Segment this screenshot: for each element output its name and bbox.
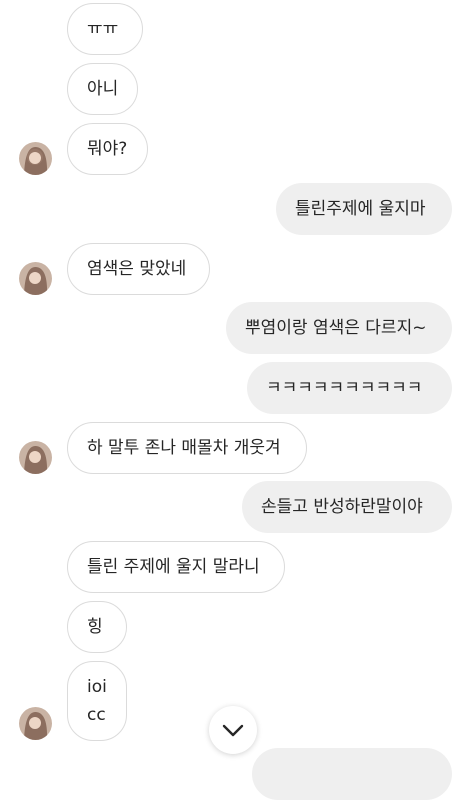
scroll-to-bottom-button[interactable]: [209, 706, 257, 754]
message-sent-partial[interactable]: [252, 748, 452, 800]
avatar-image: [19, 707, 52, 740]
message-text: 틀린주제에 울지마: [295, 199, 426, 219]
message-received[interactable]: ㅠㅠ: [67, 3, 143, 55]
message-text: 아니: [87, 79, 119, 99]
message-received[interactable]: ioi cc: [67, 661, 127, 741]
avatar-image: [19, 441, 52, 474]
avatar-image: [19, 262, 52, 295]
message-sent[interactable]: 틀린주제에 울지마: [276, 183, 452, 235]
message-line: cc: [87, 705, 106, 725]
message-text: 염색은 맞았네: [87, 259, 187, 279]
message-text: ㅠㅠ: [87, 19, 119, 39]
message-received[interactable]: 틀린 주제에 울지 말라니: [67, 541, 285, 593]
message-text: 뿌염이랑 염색은 다르지~: [245, 318, 427, 338]
message-text: 뭐야?: [87, 139, 128, 159]
message-text: 힝: [87, 617, 103, 637]
message-line: ioi: [87, 677, 107, 697]
message-text: ㅋㅋㅋㅋㅋㅋㅋㅋㅋㅋ: [266, 378, 423, 398]
sender-avatar[interactable]: [19, 262, 52, 295]
message-text: 틀린 주제에 울지 말라니: [87, 557, 260, 577]
message-received[interactable]: 힝: [67, 601, 127, 653]
message-sent[interactable]: ㅋㅋㅋㅋㅋㅋㅋㅋㅋㅋ: [247, 362, 452, 414]
sender-avatar[interactable]: [19, 707, 52, 740]
message-received[interactable]: 뭐야?: [67, 123, 148, 175]
message-text: 하 말투 존나 매몰차 개웃겨: [87, 438, 281, 458]
message-text: 손들고 반성하란말이야: [261, 497, 423, 517]
sender-avatar[interactable]: [19, 441, 52, 474]
message-received[interactable]: 하 말투 존나 매몰차 개웃겨: [67, 422, 307, 474]
chat-thread: ㅠㅠ 아니 뭐야? 틀린주제에 울지마 염색은 맞았네 뿌염이랑 염색은 다르지…: [0, 0, 466, 800]
chevron-down-icon: [222, 724, 244, 737]
sender-avatar[interactable]: [19, 142, 52, 175]
message-received[interactable]: 아니: [67, 63, 138, 115]
message-sent[interactable]: 뿌염이랑 염색은 다르지~: [226, 302, 452, 354]
avatar-image: [19, 142, 52, 175]
message-sent[interactable]: 손들고 반성하란말이야: [242, 481, 452, 533]
message-received[interactable]: 염색은 맞았네: [67, 243, 210, 295]
